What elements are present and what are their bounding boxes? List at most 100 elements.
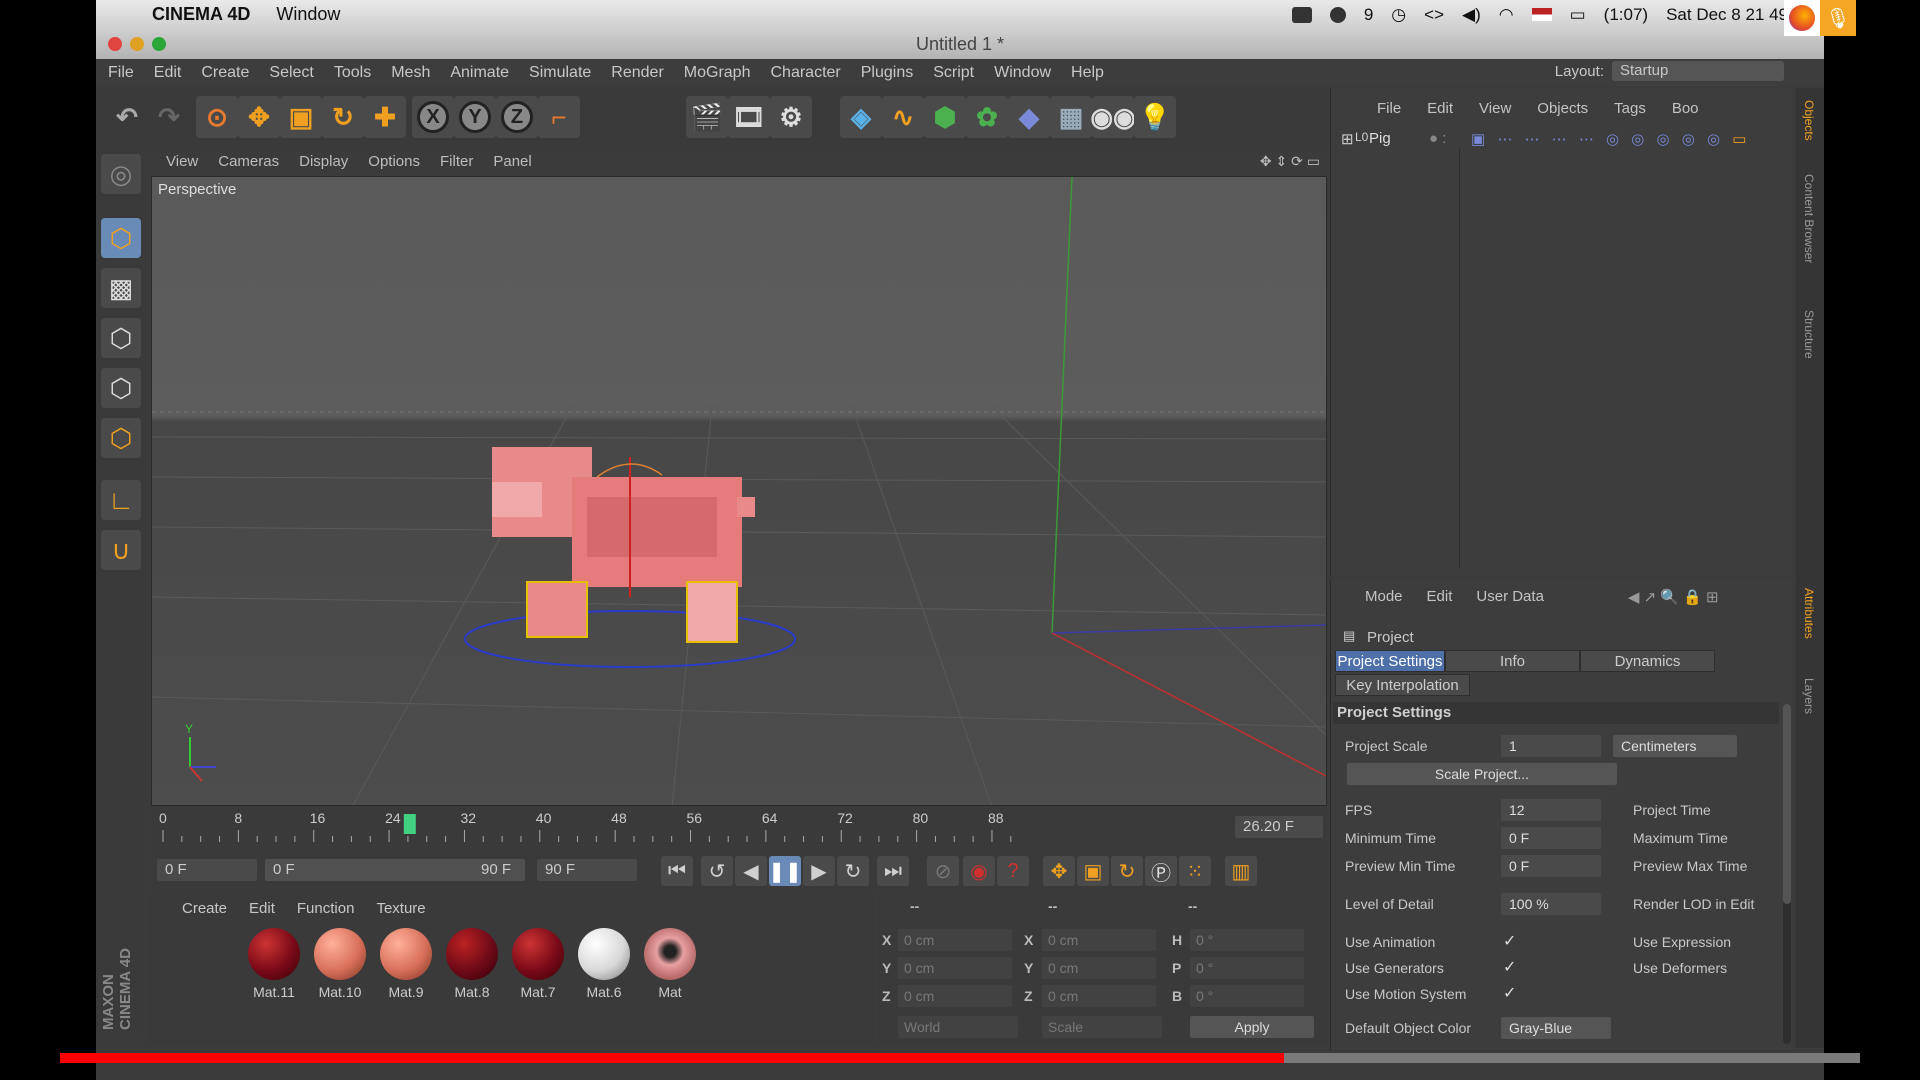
menu-plugins[interactable]: Plugins xyxy=(861,64,913,82)
menu-window[interactable]: Window xyxy=(994,64,1051,82)
menu-character[interactable]: Character xyxy=(770,64,840,82)
min-time-field[interactable]: 0 F xyxy=(1501,827,1601,849)
coord-field[interactable]: 0 ° xyxy=(1190,957,1304,979)
coord-field[interactable]: 0 cm xyxy=(1042,929,1156,951)
side-tab-structure[interactable]: Structure xyxy=(1802,310,1816,359)
menu-select[interactable]: Select xyxy=(269,64,313,82)
coord-field[interactable]: 0 cm xyxy=(1042,957,1156,979)
x-axis-button[interactable]: X xyxy=(412,96,454,138)
range-slider[interactable]: 0 F 90 F xyxy=(265,859,525,881)
menu-create[interactable]: Create xyxy=(201,64,249,82)
prev-frame-icon[interactable]: ◀ xyxy=(735,856,767,886)
mat-menu-texture[interactable]: Texture xyxy=(376,900,425,917)
vp-menu-filter[interactable]: Filter xyxy=(440,153,473,170)
tab-dynamics[interactable]: Dynamics xyxy=(1580,650,1715,672)
obj-menu-bookmarks[interactable]: Boo xyxy=(1672,100,1699,117)
start-frame-field[interactable]: 0 F xyxy=(157,859,257,881)
video-progress-bar[interactable] xyxy=(60,1053,1860,1063)
menu-file[interactable]: File xyxy=(108,64,134,82)
attr-menu-edit[interactable]: Edit xyxy=(1427,588,1453,606)
material-item[interactable]: Mat.7 xyxy=(510,928,566,1000)
menu-edit[interactable]: Edit xyxy=(154,64,182,82)
prev-key-icon[interactable]: ↺ xyxy=(701,856,733,886)
project-scale-unit-dropdown[interactable]: Centimeters xyxy=(1613,735,1737,757)
coord-space-dropdown[interactable]: World xyxy=(898,1016,1018,1038)
attr-menu-userdata[interactable]: User Data xyxy=(1476,588,1544,606)
material-item[interactable]: Mat xyxy=(642,928,698,1000)
material-item[interactable]: Mat.11 xyxy=(246,928,302,1000)
next-key-icon[interactable]: ↻ xyxy=(837,856,869,886)
app-menu[interactable]: CINEMA 4D xyxy=(152,4,250,25)
side-tab-attributes[interactable]: Attributes xyxy=(1802,588,1816,639)
spline-icon[interactable]: ∿ xyxy=(882,96,924,138)
floor-icon[interactable]: ▦ xyxy=(1050,96,1092,138)
go-to-start-icon[interactable]: ⏮ xyxy=(661,856,693,886)
code-icon[interactable]: <> xyxy=(1424,5,1444,25)
coordinate-system-icon[interactable]: ⌐ xyxy=(538,96,580,138)
z-axis-button[interactable]: Z xyxy=(496,96,538,138)
vp-nav-icons[interactable]: ✥ ⇕ ⟳ ▭ xyxy=(1260,153,1320,170)
layout-dropdown[interactable]: Startup xyxy=(1612,61,1784,81)
viewport-perspective[interactable]: Perspective Y xyxy=(151,176,1327,806)
object-row[interactable]: ⊞ L0 Pig ● : ▣ ⋯ ⋯ ⋯ ⋯ ◎ ◎ ◎ ◎ ◎ ▭ xyxy=(1339,128,1787,152)
preview-min-field[interactable]: 0 F xyxy=(1501,855,1601,877)
menu-render[interactable]: Render xyxy=(611,64,663,82)
side-tab-objects[interactable]: Objects xyxy=(1802,100,1816,141)
y-axis-button[interactable]: Y xyxy=(454,96,496,138)
material-item[interactable]: Mat.10 xyxy=(312,928,368,1000)
cube-icon[interactable]: ◈ xyxy=(840,96,882,138)
undo-icon[interactable]: ↶ xyxy=(106,96,148,138)
make-editable-icon[interactable]: ◎ xyxy=(101,154,141,194)
menu-script[interactable]: Script xyxy=(933,64,974,82)
close-window-button[interactable] xyxy=(108,37,122,51)
add-icon[interactable]: ✚ xyxy=(364,96,406,138)
attr-menu-mode[interactable]: Mode xyxy=(1365,588,1403,606)
key-position-icon[interactable]: ✥ xyxy=(1043,856,1075,886)
column-divider[interactable] xyxy=(1459,148,1460,568)
window-menu[interactable]: Window xyxy=(276,4,340,25)
render-picture-viewer-icon[interactable]: 🎞 xyxy=(728,96,770,138)
obj-menu-edit[interactable]: Edit xyxy=(1427,100,1453,117)
rotate-icon[interactable]: ↻ xyxy=(322,96,364,138)
redo-icon[interactable]: ↷ xyxy=(148,96,190,138)
project-scale-field[interactable]: 1 xyxy=(1501,735,1601,757)
menu-tools[interactable]: Tools xyxy=(334,64,371,82)
points-mode-icon[interactable]: ⬡ xyxy=(101,318,141,358)
volume-icon[interactable]: ◀) xyxy=(1462,5,1481,25)
record-icon[interactable]: ◉ xyxy=(963,856,995,886)
lod-field[interactable]: 100 % xyxy=(1501,893,1601,915)
use-animation-checkbox[interactable]: ✓ xyxy=(1503,931,1516,951)
material-item[interactable]: Mat.8 xyxy=(444,928,500,1000)
coord-field[interactable]: 0 cm xyxy=(898,957,1012,979)
current-frame-field[interactable]: 26.20 F xyxy=(1235,816,1323,838)
texture-mode-icon[interactable]: ▩ xyxy=(101,268,141,308)
attr-scrollbar[interactable] xyxy=(1783,704,1791,1044)
flag-icon[interactable] xyxy=(1531,8,1552,21)
axis-mode-icon[interactable]: ∟ xyxy=(101,480,141,520)
battery-icon[interactable]: ▭ xyxy=(1570,5,1586,25)
timeline-window-icon[interactable]: ▥ xyxy=(1225,856,1257,886)
mat-menu-edit[interactable]: Edit xyxy=(249,900,275,917)
expand-icon[interactable]: ⊞ xyxy=(1341,130,1354,148)
menu-mograph[interactable]: MoGraph xyxy=(684,64,751,82)
attr-nav-icons[interactable]: ◀ ↗ 🔍 🔒 ⊞ xyxy=(1628,588,1719,606)
menu-simulate[interactable]: Simulate xyxy=(529,64,591,82)
zoom-window-button[interactable] xyxy=(152,37,166,51)
vp-menu-display[interactable]: Display xyxy=(299,153,348,170)
clock-icon[interactable]: ◷ xyxy=(1391,5,1406,25)
live-select-icon[interactable]: ⊙ xyxy=(196,96,238,138)
key-parameter-icon[interactable]: Ⓟ xyxy=(1145,856,1177,886)
coord-field[interactable]: 0 ° xyxy=(1190,929,1304,951)
default-color-dropdown[interactable]: Gray-Blue xyxy=(1501,1017,1611,1039)
key-scale-icon[interactable]: ▣ xyxy=(1077,856,1109,886)
menu-mesh[interactable]: Mesh xyxy=(391,64,430,82)
autokey-icon[interactable]: ? xyxy=(997,856,1029,886)
subdivision-icon[interactable]: ⬢ xyxy=(924,96,966,138)
move-icon[interactable]: ✥ xyxy=(238,96,280,138)
apply-button[interactable]: Apply xyxy=(1190,1016,1314,1038)
render-settings-icon[interactable]: ⚙ xyxy=(770,96,812,138)
deformer-icon[interactable]: ◆ xyxy=(1008,96,1050,138)
fps-field[interactable]: 12 xyxy=(1501,799,1601,821)
coord-mode-dropdown[interactable]: Scale xyxy=(1042,1016,1162,1038)
menu-help[interactable]: Help xyxy=(1071,64,1104,82)
